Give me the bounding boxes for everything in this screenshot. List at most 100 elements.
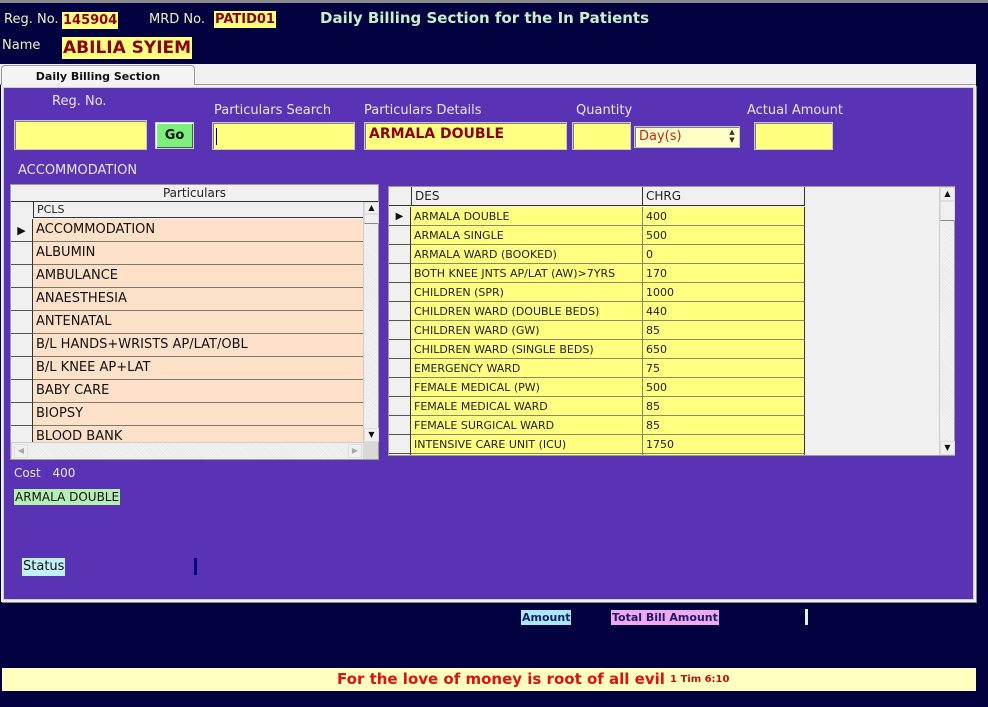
unit-spinner[interactable]: ▲ ▼ — [726, 128, 738, 146]
chrg-cell[interactable]: 85 — [643, 397, 805, 416]
row-selector[interactable] — [11, 288, 33, 311]
particulars-details-field[interactable]: ARMALA DOUBLE — [364, 122, 567, 150]
scroll-up-icon[interactable]: ▲ — [364, 202, 379, 214]
des-cell[interactable]: ARMALA WARD (BOOKED) — [411, 245, 643, 264]
details-row[interactable]: FEMALE SURGICAL WARD 85 — [389, 416, 805, 435]
chrg-cell[interactable]: 0 — [643, 245, 805, 264]
row-selector[interactable]: ▶ — [11, 219, 33, 242]
des-cell[interactable]: BOTH KNEE JNTS AP/LAT (AW)>7YRS — [411, 264, 643, 283]
particulars-vertical-scrollbar[interactable]: ▲ ▼ — [363, 202, 379, 442]
particulars-cell[interactable]: ANAESTHESIA — [33, 288, 363, 311]
scroll-left-icon[interactable]: ◀ — [14, 444, 28, 458]
reg-no-input[interactable] — [14, 120, 147, 150]
row-selector[interactable] — [11, 380, 33, 403]
des-cell[interactable]: CHILDREN WARD (SINGLE BEDS) — [411, 340, 643, 359]
spin-up-icon[interactable]: ▲ — [726, 128, 738, 136]
scroll-down-icon[interactable]: ▼ — [364, 428, 379, 442]
row-selector[interactable] — [11, 242, 33, 265]
details-row[interactable] — [389, 454, 805, 455]
des-cell[interactable]: ARMALA DOUBLE — [411, 207, 643, 226]
go-button[interactable]: Go — [155, 122, 194, 149]
row-selector[interactable] — [389, 264, 411, 283]
row-selector[interactable] — [11, 403, 33, 426]
row-selector[interactable] — [389, 245, 411, 264]
row-selector[interactable] — [11, 334, 33, 357]
particulars-row[interactable]: ANAESTHESIA — [11, 288, 363, 311]
particulars-row[interactable]: ANTENATAL — [11, 311, 363, 334]
scroll-down-icon[interactable]: ▼ — [940, 441, 955, 455]
particulars-cell[interactable]: ALBUMIN — [33, 242, 363, 265]
chrg-cell[interactable]: 75 — [643, 359, 805, 378]
details-vertical-scrollbar[interactable]: ▲ ▼ — [939, 187, 955, 455]
particulars-cell[interactable]: B/L HANDS+WRISTS AP/LAT/OBL — [33, 334, 363, 357]
unit-select[interactable]: Day(s) ▲ ▼ — [634, 126, 740, 148]
row-selector[interactable]: ▶ — [389, 207, 411, 226]
particulars-cell[interactable]: BIOPSY — [33, 403, 363, 426]
chrg-cell[interactable]: 85 — [643, 416, 805, 435]
scroll-thumb[interactable] — [940, 201, 955, 221]
chrg-cell[interactable] — [643, 454, 805, 455]
chrg-cell[interactable]: 650 — [643, 340, 805, 359]
row-selector[interactable] — [389, 359, 411, 378]
particulars-row[interactable]: BABY CARE — [11, 380, 363, 403]
particulars-cell[interactable]: AMBULANCE — [33, 265, 363, 288]
chrg-cell[interactable]: 1750 — [643, 435, 805, 454]
row-selector[interactable] — [11, 311, 33, 334]
chrg-cell[interactable]: 500 — [643, 226, 805, 245]
details-row[interactable]: ARMALA WARD (BOOKED) 0 — [389, 245, 805, 264]
particulars-horizontal-scrollbar[interactable]: ◀ ▶ — [11, 442, 363, 459]
particulars-row[interactable]: BIOPSY — [11, 403, 363, 426]
actual-amount-input[interactable] — [754, 122, 833, 150]
particulars-cell[interactable]: B/L KNEE AP+LAT — [33, 357, 363, 380]
chrg-cell[interactable]: 500 — [643, 378, 805, 397]
row-selector[interactable] — [389, 454, 411, 455]
des-cell[interactable]: EMERGENCY WARD — [411, 359, 643, 378]
row-selector[interactable] — [389, 226, 411, 245]
details-row[interactable]: ▶ ARMALA DOUBLE 400 — [389, 207, 805, 226]
chrg-cell[interactable]: 440 — [643, 302, 805, 321]
des-cell[interactable]: CHILDREN WARD (GW) — [411, 321, 643, 340]
column-header-pcls[interactable]: PCLS — [33, 202, 363, 218]
spin-down-icon[interactable]: ▼ — [726, 136, 738, 144]
particulars-row[interactable]: ALBUMIN — [11, 242, 363, 265]
des-cell[interactable]: FEMALE SURGICAL WARD — [411, 416, 643, 435]
des-cell[interactable]: FEMALE MEDICAL WARD — [411, 397, 643, 416]
row-selector[interactable] — [389, 397, 411, 416]
tab-daily-billing-section[interactable]: Daily Billing Section — [1, 65, 195, 87]
chrg-cell[interactable]: 170 — [643, 264, 805, 283]
chrg-cell[interactable]: 85 — [643, 321, 805, 340]
chrg-cell[interactable]: 1000 — [643, 283, 805, 302]
row-selector[interactable] — [389, 340, 411, 359]
particulars-row[interactable]: B/L KNEE AP+LAT — [11, 357, 363, 380]
details-row[interactable]: CHILDREN (SPR) 1000 — [389, 283, 805, 302]
des-cell[interactable]: CHILDREN (SPR) — [411, 283, 643, 302]
row-selector[interactable] — [389, 321, 411, 340]
row-selector[interactable] — [389, 416, 411, 435]
des-cell[interactable]: FEMALE MEDICAL (PW) — [411, 378, 643, 397]
des-cell[interactable] — [411, 454, 643, 455]
scroll-up-icon[interactable]: ▲ — [940, 187, 955, 201]
particulars-row[interactable]: B/L HANDS+WRISTS AP/LAT/OBL — [11, 334, 363, 357]
details-row[interactable]: FEMALE MEDICAL WARD 85 — [389, 397, 805, 416]
details-row[interactable]: FEMALE MEDICAL (PW) 500 — [389, 378, 805, 397]
particulars-search-input[interactable] — [212, 122, 355, 150]
details-row[interactable]: CHILDREN WARD (DOUBLE BEDS) 440 — [389, 302, 805, 321]
scroll-right-icon[interactable]: ▶ — [348, 444, 362, 458]
details-row[interactable]: ARMALA SINGLE 500 — [389, 226, 805, 245]
quantity-input[interactable] — [572, 122, 631, 150]
des-cell[interactable]: ARMALA SINGLE — [411, 226, 643, 245]
particulars-row[interactable]: ▶ ACCOMMODATION — [11, 219, 363, 242]
details-row[interactable]: CHILDREN WARD (SINGLE BEDS) 650 — [389, 340, 805, 359]
row-selector[interactable] — [389, 283, 411, 302]
particulars-cell[interactable]: ACCOMMODATION — [33, 219, 363, 242]
row-selector[interactable] — [389, 378, 411, 397]
scroll-thumb[interactable] — [364, 214, 379, 224]
row-selector[interactable] — [11, 265, 33, 288]
des-cell[interactable]: INTENSIVE CARE UNIT (ICU) — [411, 435, 643, 454]
row-selector[interactable] — [389, 435, 411, 454]
des-cell[interactable]: CHILDREN WARD (DOUBLE BEDS) — [411, 302, 643, 321]
details-row[interactable]: BOTH KNEE JNTS AP/LAT (AW)>7YRS 170 — [389, 264, 805, 283]
details-row[interactable]: CHILDREN WARD (GW) 85 — [389, 321, 805, 340]
particulars-cell[interactable]: BABY CARE — [33, 380, 363, 403]
particulars-row[interactable]: AMBULANCE — [11, 265, 363, 288]
